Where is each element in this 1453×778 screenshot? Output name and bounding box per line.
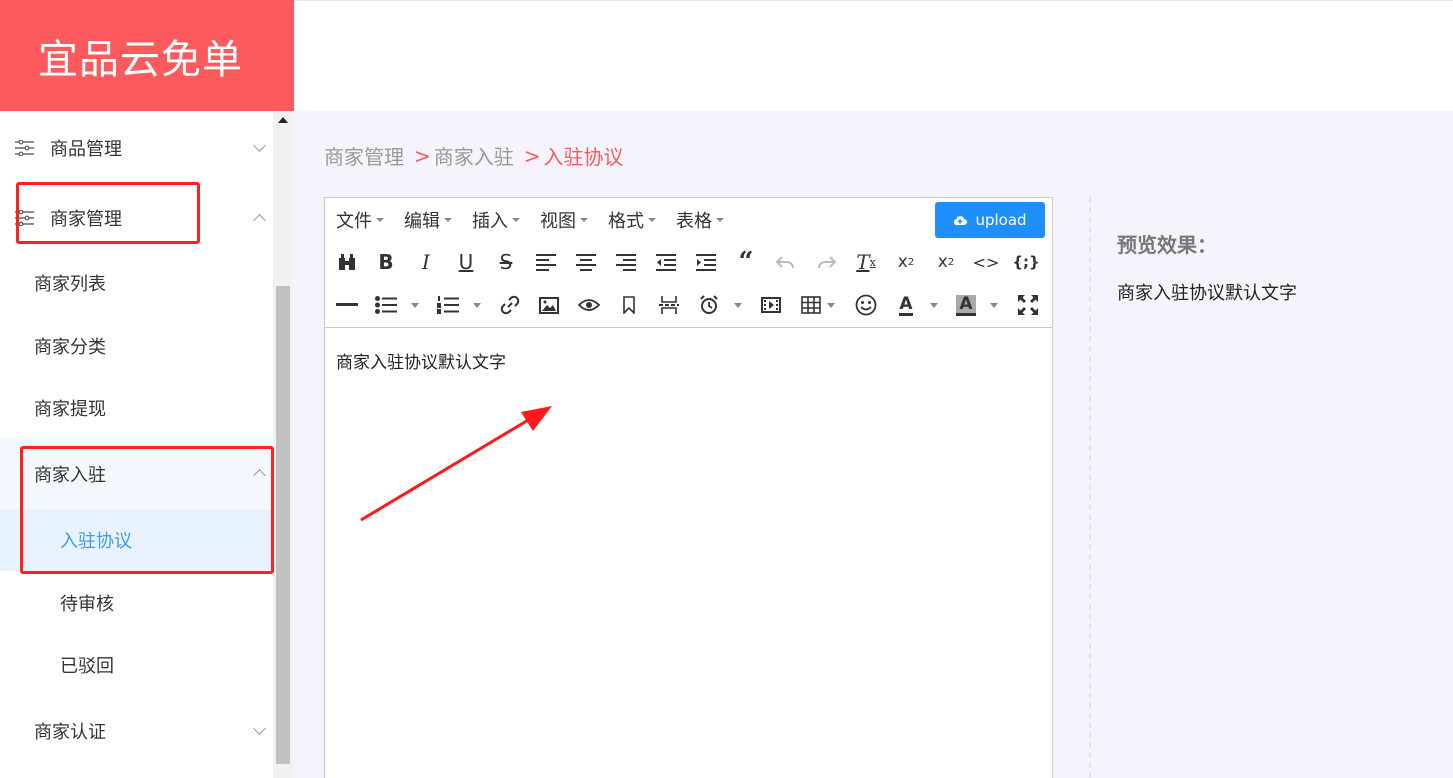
annotation-highlight-box [20, 446, 274, 574]
menu-view[interactable]: 视图 [540, 207, 588, 233]
sidebar-item-label: 商家分类 [34, 337, 106, 358]
caret-down-icon [376, 217, 384, 222]
clear-format-icon[interactable]: Tx [853, 249, 879, 275]
caret-down-icon [580, 217, 588, 222]
caret-down-icon[interactable] [827, 303, 835, 308]
caret-down-icon[interactable] [734, 303, 742, 308]
pagebreak-icon[interactable] [656, 292, 682, 318]
sidebar-item-merchant-category[interactable]: 商家分类 [0, 326, 273, 366]
annotation-highlight-box [16, 182, 200, 244]
scroll-up-arrow-icon[interactable] [278, 117, 288, 123]
editor-content-area[interactable]: 商家入驻协议默认文字 [336, 348, 506, 373]
outdent-icon[interactable] [653, 249, 679, 275]
preview-text: 商家入驻协议默认文字 [1117, 283, 1297, 304]
sidebar-item-goods-management[interactable]: 商品管理 [0, 130, 273, 166]
sliders-icon [15, 140, 34, 156]
numbered-list-icon[interactable] [435, 292, 461, 318]
sidebar-item-label: 待审核 [60, 594, 114, 615]
caret-down-icon [512, 217, 520, 222]
caret-down-icon[interactable] [930, 303, 938, 308]
underline-icon[interactable]: U [453, 249, 479, 275]
bold-icon[interactable]: B [373, 249, 399, 275]
redo-icon[interactable] [813, 249, 839, 275]
media-icon[interactable] [758, 292, 784, 318]
caret-down-icon[interactable] [990, 303, 998, 308]
sidebar-item-pending-review[interactable]: 待审核 [0, 583, 273, 623]
editor-toolbar-row-2: A A [325, 284, 1052, 326]
sidebar-item-merchant-list[interactable]: 商家列表 [0, 263, 273, 303]
caret-down-icon[interactable] [473, 303, 481, 308]
sidebar-scrollbar[interactable] [273, 111, 293, 778]
bullet-list-icon[interactable] [373, 292, 399, 318]
chevron-up-icon [253, 213, 266, 227]
brand-logo: 宜品云免单 [0, 0, 294, 111]
chevron-down-icon [253, 721, 266, 735]
toolbar-divider [325, 327, 1052, 328]
annotation-arrow [360, 406, 552, 522]
caret-down-icon [444, 217, 452, 222]
align-left-icon[interactable] [533, 249, 559, 275]
brand-title: 宜品云免单 [38, 36, 243, 83]
background-color-icon[interactable]: A [953, 292, 979, 318]
text-color-icon[interactable]: A [893, 292, 919, 318]
align-center-icon[interactable] [573, 249, 599, 275]
cloud-upload-icon [954, 215, 968, 225]
caret-down-icon [716, 217, 724, 222]
italic-icon[interactable]: I [413, 249, 439, 275]
link-icon[interactable] [497, 292, 523, 318]
breadcrumb-item[interactable]: 商家入驻 [434, 141, 514, 170]
hr-icon[interactable] [334, 292, 360, 318]
upload-button[interactable]: upload [935, 202, 1045, 238]
caret-down-icon[interactable] [411, 303, 419, 308]
chevron-down-icon [253, 138, 266, 152]
scrollbar-thumb[interactable] [276, 286, 290, 764]
top-header [294, 0, 1453, 111]
emoticon-icon[interactable] [853, 292, 879, 318]
sidebar-item-label: 商品管理 [50, 139, 122, 160]
menu-table[interactable]: 表格 [676, 207, 724, 233]
code-icon[interactable]: <> [973, 249, 1000, 275]
sidebar-item-label: 商家认证 [34, 722, 106, 743]
codesample-icon[interactable]: {;} [1012, 249, 1039, 275]
undo-icon[interactable] [773, 249, 799, 275]
image-icon[interactable] [536, 292, 562, 318]
menu-file[interactable]: 文件 [336, 207, 384, 233]
sidebar-item-rejected[interactable]: 已驳回 [0, 645, 273, 685]
breadcrumb-separator: > [414, 143, 431, 168]
align-right-icon[interactable] [613, 249, 639, 275]
sidebar-item-label: 商家提现 [34, 399, 106, 420]
breadcrumb-separator: > [523, 143, 541, 168]
find-replace-icon[interactable] [334, 249, 360, 275]
breadcrumb-current: 入驻协议 [543, 145, 624, 169]
preview-icon[interactable] [576, 292, 602, 318]
strikethrough-icon[interactable]: S [493, 249, 519, 275]
breadcrumb: 商家管理 > 商家入驻 > 入驻协议 [324, 141, 624, 170]
superscript-icon[interactable]: x2 [933, 249, 959, 275]
upload-label: upload [975, 211, 1027, 229]
preview-panel: 预览效果： 商家入驻协议默认文字 [1089, 197, 1453, 778]
bookmark-icon[interactable] [616, 292, 642, 318]
menu-insert[interactable]: 插入 [472, 207, 520, 233]
editor-toolbar-row-1: B I U S “ Tx x2 x2 <> {;} [325, 241, 1052, 283]
caret-down-icon [648, 217, 656, 222]
blockquote-icon[interactable]: “ [733, 247, 759, 277]
breadcrumb-item[interactable]: 商家管理 [324, 141, 404, 170]
indent-icon[interactable] [693, 249, 719, 275]
menu-format[interactable]: 格式 [608, 207, 656, 233]
preview-title: 预览效果： [1117, 233, 1217, 257]
sidebar-item-merchant-certification[interactable]: 商家认证 [0, 711, 273, 751]
datetime-icon[interactable] [696, 292, 722, 318]
menu-edit[interactable]: 编辑 [404, 207, 452, 233]
sidebar-item-merchant-withdraw[interactable]: 商家提现 [0, 388, 273, 428]
table-icon[interactable] [798, 292, 824, 318]
sidebar-item-label: 商家列表 [34, 274, 106, 295]
sidebar-item-label: 已驳回 [60, 656, 114, 677]
fullscreen-icon[interactable] [1015, 292, 1041, 318]
subscript-icon[interactable]: x2 [893, 249, 919, 275]
